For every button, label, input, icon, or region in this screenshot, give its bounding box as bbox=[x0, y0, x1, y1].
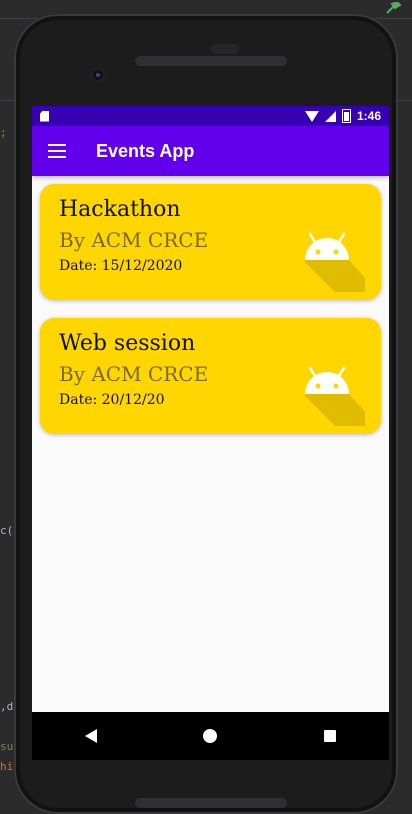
event-list: Hackathon By ACM CRCE Date: 15/12/2020 W… bbox=[32, 176, 389, 434]
proximity-sensor bbox=[211, 44, 239, 54]
back-icon[interactable] bbox=[85, 729, 98, 743]
recents-icon[interactable] bbox=[323, 730, 336, 742]
android-icon bbox=[305, 232, 365, 292]
app-bar: Events App bbox=[32, 126, 389, 176]
event-title: Hackathon bbox=[59, 197, 181, 222]
android-icon bbox=[305, 366, 365, 426]
earpiece-speaker bbox=[135, 56, 287, 66]
ide-code-fragment: ; bbox=[0, 126, 7, 139]
ide-code-fragment: ,d bbox=[0, 700, 14, 713]
bottom-speaker bbox=[135, 798, 287, 808]
status-time: 1:46 bbox=[356, 109, 381, 123]
event-title: Web session bbox=[59, 331, 196, 356]
home-icon[interactable] bbox=[203, 729, 218, 743]
navigation-bar bbox=[32, 712, 389, 760]
device-screen: 1:46 Events App Hackathon By ACM CRCE Da… bbox=[32, 106, 389, 712]
status-bar: 1:46 bbox=[32, 106, 389, 126]
app-title: Events App bbox=[96, 140, 195, 161]
event-card[interactable]: Hackathon By ACM CRCE Date: 15/12/2020 bbox=[40, 184, 381, 300]
hammer-icon[interactable] bbox=[386, 2, 402, 14]
menu-icon[interactable] bbox=[48, 144, 66, 158]
ide-code-fragment: c( bbox=[0, 524, 14, 537]
sim-card-icon bbox=[40, 110, 49, 122]
ide-code-fragment: hi bbox=[0, 760, 14, 773]
event-card[interactable]: Web session By ACM CRCE Date: 20/12/20 bbox=[40, 318, 381, 434]
front-camera bbox=[90, 67, 106, 83]
wifi-icon bbox=[304, 110, 319, 122]
battery-icon bbox=[341, 109, 351, 123]
signal-icon bbox=[324, 110, 336, 122]
